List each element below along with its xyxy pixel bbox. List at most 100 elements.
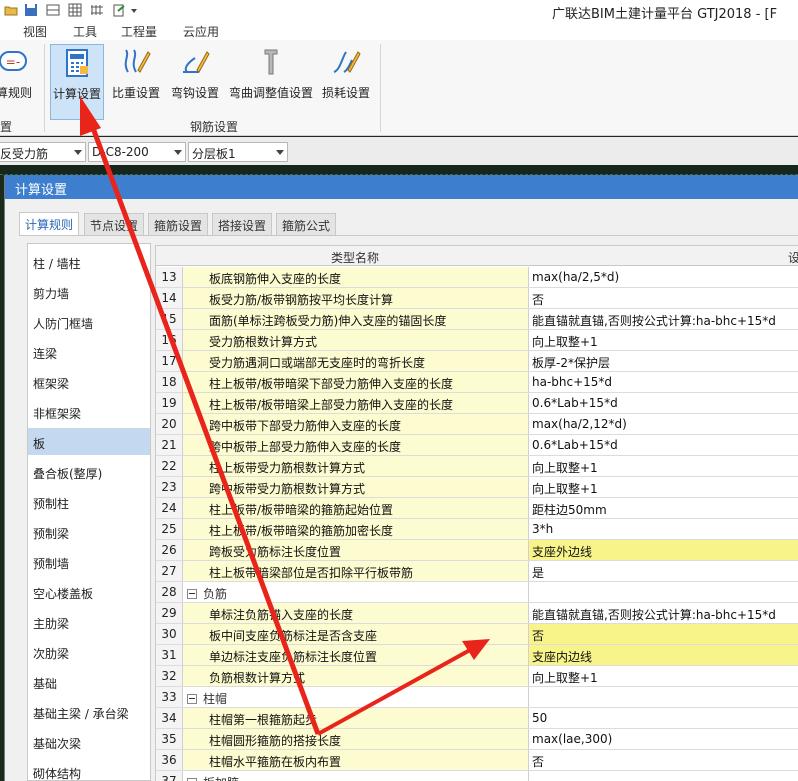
table-row[interactable]: 31 单边标注支座负筋标注长度位置 支座内边线 xyxy=(156,645,798,666)
table-group-row[interactable]: 37 板加腋 xyxy=(156,771,798,781)
category-item[interactable]: 连梁 xyxy=(28,338,150,365)
table-row[interactable]: 13 板底钢筋伸入支座的长度 max(ha/2,5*d) xyxy=(156,267,798,288)
table-row[interactable]: 19 柱上板带/板带暗梁上部受力筋伸入支座的长度 0.6*Lab+15*d xyxy=(156,393,798,414)
setting-value-cell[interactable]: 距柱边50mm xyxy=(529,498,798,518)
customize-dropdown-icon[interactable] xyxy=(130,3,138,17)
element-type-combo[interactable]: 反受力筋 xyxy=(0,142,86,162)
tab-stirrup-formula[interactable]: 箍筋公式 xyxy=(276,213,337,235)
setting-value-cell[interactable]: 板厚-2*保护层 xyxy=(529,351,798,371)
category-item[interactable]: 基础主梁 / 承台梁 xyxy=(28,698,150,725)
table-row[interactable]: 29 单标注负筋锚入支座的长度 能直锚就直锚,否则按公式计算:ha-bhc+15*d xyxy=(156,603,798,624)
weight-settings-button[interactable]: 比重设置 xyxy=(108,44,164,120)
setting-value-cell[interactable]: 向上取整+1 xyxy=(529,456,798,476)
menu-tab-view[interactable]: 视图 xyxy=(23,23,47,40)
save-icon[interactable] xyxy=(24,3,38,17)
table-row[interactable]: 16 受力筋根数计算方式 向上取整+1 xyxy=(156,330,798,351)
setting-value-cell[interactable]: 能直锚就直锚,否则按公式计算:ha-bhc+15*d xyxy=(529,309,798,329)
open-file-icon[interactable] xyxy=(4,3,18,17)
setting-value-cell[interactable]: max(lae,300) xyxy=(529,729,798,749)
floor-icon[interactable] xyxy=(46,3,60,17)
setting-value-cell[interactable]: 3*h xyxy=(529,519,798,539)
setting-value-cell[interactable]: 否 xyxy=(529,288,798,308)
category-item[interactable]: 叠合板(整厚) xyxy=(28,458,150,485)
quick-access-bar: 广联达BIM土建计量平台 GTJ2018 - [F xyxy=(0,0,798,22)
setting-name-cell: 柱帽水平箍筋在板内布置 xyxy=(183,750,529,770)
table-row[interactable]: 17 受力筋遇洞口或端部无支座时的弯折长度 板厚-2*保护层 xyxy=(156,351,798,372)
setting-name-cell: 受力筋根数计算方式 xyxy=(183,330,529,350)
table-row[interactable]: 27 柱上板带暗梁部位是否扣除平行板带筋是 xyxy=(156,561,798,582)
table-row[interactable]: 24 柱上板带/板带暗梁的箍筋起始位置 距柱边50mm xyxy=(156,498,798,519)
menu-tab-cloud[interactable]: 云应用 xyxy=(183,23,219,40)
table-row[interactable]: 36 柱帽水平箍筋在板内布置否 xyxy=(156,750,798,771)
table-row[interactable]: 26 跨板受力筋标注长度位置 支座外边线 xyxy=(156,540,798,561)
category-item[interactable]: 主肋梁 xyxy=(28,608,150,635)
category-item[interactable]: 剪力墙 xyxy=(28,278,150,305)
setting-value-cell[interactable]: 否 xyxy=(529,624,798,644)
menu-tab-tools[interactable]: 工具 xyxy=(73,23,97,40)
grid-icon[interactable] xyxy=(68,3,82,17)
setting-value-cell[interactable]: 0.6*Lab+15*d xyxy=(529,435,798,455)
table-row[interactable]: 14 板受力筋/板带钢筋按平均长度计算否 xyxy=(156,288,798,309)
table-row[interactable]: 23 跨中板带受力筋根数计算方式 向上取整+1 xyxy=(156,477,798,498)
table-row[interactable]: 15 面筋(单标注跨板受力筋)伸入支座的锚固长度 能直锚就直锚,否则按公式计算:ha… xyxy=(156,309,798,330)
setting-value-cell[interactable]: 50 xyxy=(529,708,798,728)
tab-node-settings[interactable]: 节点设置 xyxy=(84,213,145,235)
category-item[interactable]: 基础次梁 xyxy=(28,728,150,755)
category-item[interactable]: 人防门框墙 xyxy=(28,308,150,335)
menu-tab-quantities[interactable]: 工程量 xyxy=(121,23,157,40)
table-group-row[interactable]: 33 柱帽 xyxy=(156,687,798,708)
loss-settings-button[interactable]: 损耗设置 xyxy=(318,44,374,120)
tab-lap-settings[interactable]: 搭接设置 xyxy=(212,213,273,235)
table-row[interactable]: 35 柱帽圆形箍筋的搭接长度 max(lae,300) xyxy=(156,729,798,750)
table-row[interactable]: 32 负筋根数计算方式 向上取整+1 xyxy=(156,666,798,687)
table-row[interactable]: 34 柱帽第一根箍筋起步 50 xyxy=(156,708,798,729)
row-number: 28 xyxy=(156,582,183,602)
table-row[interactable]: 30 板中间支座负筋标注是否含支座否 xyxy=(156,624,798,645)
setting-value-cell[interactable]: 向上取整+1 xyxy=(529,330,798,350)
calc-rules-button[interactable]: =- 算规则 xyxy=(0,44,34,120)
category-item[interactable]: 预制柱 xyxy=(28,488,150,515)
grid-axis-icon[interactable] xyxy=(90,3,104,17)
table-row[interactable]: 20 跨中板带下部受力筋伸入支座的长度 max(ha/2,12*d) xyxy=(156,414,798,435)
element-name-combo[interactable]: D-C8-200 xyxy=(88,142,186,162)
table-row[interactable]: 25 柱上板带/板带暗梁的箍筋加密长度 3*h xyxy=(156,519,798,540)
category-item[interactable]: 非框架梁 xyxy=(28,398,150,425)
export-icon[interactable] xyxy=(112,3,126,17)
setting-value-cell[interactable]: 支座外边线 xyxy=(529,540,798,560)
category-item[interactable]: 次肋梁 xyxy=(28,638,150,665)
setting-value-cell[interactable]: 向上取整+1 xyxy=(529,477,798,497)
setting-value-cell[interactable]: max(ha/2,5*d) xyxy=(529,267,798,287)
setting-value-cell[interactable]: 否 xyxy=(529,750,798,770)
category-item[interactable]: 板 xyxy=(28,428,150,455)
row-number: 22 xyxy=(156,456,183,476)
collapse-icon[interactable] xyxy=(187,589,197,599)
table-group-row[interactable]: 28 负筋 xyxy=(156,582,798,603)
setting-value-cell[interactable]: 能直锚就直锚,否则按公式计算:ha-bhc+15*d xyxy=(529,603,798,623)
category-item[interactable]: 预制墙 xyxy=(28,548,150,575)
dialog-title-bar[interactable]: 计算设置 xyxy=(5,175,798,199)
setting-value-cell[interactable]: 0.6*Lab+15*d xyxy=(529,393,798,413)
table-row[interactable]: 21 跨中板带上部受力筋伸入支座的长度 0.6*Lab+15*d xyxy=(156,435,798,456)
category-list[interactable]: 柱 / 墙柱 剪力墙人防门框墙连梁框架梁非框架梁板叠合板(整厚) 预制柱预制梁预制墙… xyxy=(27,243,151,781)
category-item[interactable]: 预制梁 xyxy=(28,518,150,545)
calc-settings-button[interactable]: 计算设置 xyxy=(50,44,104,120)
setting-value-cell[interactable]: 支座内边线 xyxy=(529,645,798,665)
category-item[interactable]: 空心楼盖板 xyxy=(28,578,150,605)
tab-stirrup-settings[interactable]: 箍筋设置 xyxy=(148,213,209,235)
collapse-icon[interactable] xyxy=(187,694,197,704)
setting-value-cell[interactable]: 向上取整+1 xyxy=(529,666,798,686)
setting-value-cell[interactable]: ha-bhc+15*d xyxy=(529,372,798,392)
setting-value-cell[interactable]: 是 xyxy=(529,561,798,581)
settings-table[interactable]: 类型名称 设 13板底钢筋伸入支座的长度max(ha/2,5*d)14板受力筋/… xyxy=(155,245,798,781)
bend-adjust-settings-button[interactable]: 弯曲调整值设置 xyxy=(226,44,316,120)
category-item[interactable]: 框架梁 xyxy=(28,368,150,395)
hook-settings-button[interactable]: 弯钩设置 xyxy=(166,44,224,120)
category-item[interactable]: 砌体结构 xyxy=(28,758,150,780)
setting-value-cell[interactable]: max(ha/2,12*d) xyxy=(529,414,798,434)
category-item[interactable]: 基础 xyxy=(28,668,150,695)
table-row[interactable]: 22 柱上板带受力筋根数计算方式 向上取整+1 xyxy=(156,456,798,477)
tab-calc-rules[interactable]: 计算规则 xyxy=(19,212,80,236)
layer-combo[interactable]: 分层板1 xyxy=(188,142,288,162)
table-row[interactable]: 18 柱上板带/板带暗梁下部受力筋伸入支座的长度 ha-bhc+15*d xyxy=(156,372,798,393)
category-item[interactable]: 柱 / 墙柱 xyxy=(28,248,150,275)
